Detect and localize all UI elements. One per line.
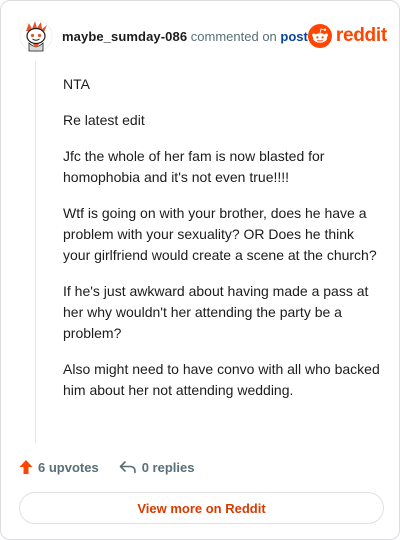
upvote-button[interactable]: 6 upvotes xyxy=(19,459,99,475)
comment-paragraph: Jfc the whole of her fam is now blasted … xyxy=(63,148,325,185)
snoo-avatar-icon[interactable] xyxy=(19,19,53,53)
comment-paragraph: Re latest edit xyxy=(63,112,145,128)
action-text: commented on xyxy=(190,28,277,44)
author-username[interactable]: maybe_sumday-086 xyxy=(62,29,187,44)
reddit-wordmark: reddit xyxy=(335,25,387,46)
comment-paragraph: NTA xyxy=(63,76,90,92)
replies-button[interactable]: 0 replies xyxy=(119,459,195,475)
reddit-logo-icon xyxy=(307,24,332,48)
reddit-brand[interactable]: reddit xyxy=(307,24,387,48)
embedded-comment-card: maybe_sumday-086 commented on post reddi… xyxy=(0,0,400,540)
upvote-count: 6 upvotes xyxy=(38,459,99,475)
post-link[interactable]: post xyxy=(280,29,307,44)
reply-arrow-icon xyxy=(119,461,136,474)
comment-body: NTA Re latest edit Jfc the whole of her … xyxy=(63,74,381,416)
thread-line xyxy=(35,61,36,443)
reply-count: 0 replies xyxy=(141,459,195,475)
upvote-arrow-icon xyxy=(19,460,33,474)
view-more-on-reddit-button[interactable]: View more on Reddit xyxy=(19,492,384,524)
comment-actions: 6 upvotes 0 replies xyxy=(19,457,194,477)
comment-header: maybe_sumday-086 commented on post reddi… xyxy=(19,19,387,53)
comment-paragraph: If he's just awkward about having made a… xyxy=(63,283,369,341)
comment-paragraph: Wtf is going on with your brother, does … xyxy=(63,205,377,263)
comment-meta: maybe_sumday-086 commented on post xyxy=(62,29,308,44)
comment-paragraph: Also might need to have convo with all w… xyxy=(63,361,380,398)
